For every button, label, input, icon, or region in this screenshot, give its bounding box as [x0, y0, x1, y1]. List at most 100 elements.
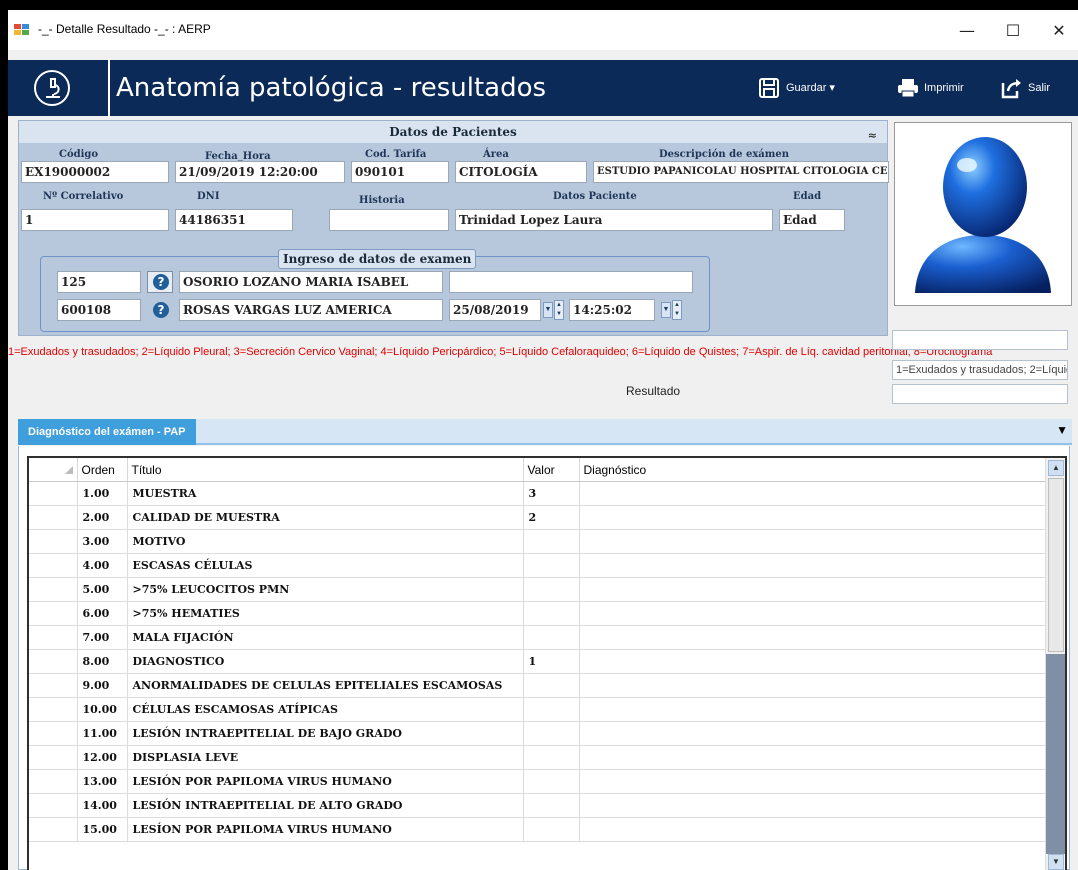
cod-tarifa-field[interactable]: 090101 — [351, 161, 449, 183]
orden-cell[interactable]: 2.00 — [77, 505, 128, 530]
table-row[interactable]: 11.00 LESIÓN INTRAEPITELIAL DE BAJO GRADO — [29, 721, 1046, 746]
exit-button[interactable]: Salir — [1000, 76, 1070, 100]
titulo-cell[interactable]: LESIÓN INTRAEPITELIAL DE ALTO GRADO — [127, 793, 524, 818]
fecha-hora-field[interactable]: 21/09/2019 12:20:00 — [175, 161, 345, 183]
table-row[interactable]: 5.00 >75% LEUCOCITOS PMN — [29, 577, 1046, 602]
row-header-cell[interactable] — [29, 817, 78, 842]
column-header-valor[interactable]: Valor — [523, 458, 580, 482]
scroll-track[interactable] — [1046, 654, 1065, 854]
diagnostico-cell[interactable] — [579, 817, 1046, 842]
valor-cell[interactable] — [523, 553, 580, 578]
row-header-cell[interactable] — [29, 649, 78, 674]
table-row[interactable]: 3.00 MOTIVO — [29, 529, 1046, 554]
tab-menu-arrow-icon[interactable]: ▼ — [1056, 423, 1068, 437]
valor-cell[interactable] — [523, 769, 580, 794]
row-header-cell[interactable] — [29, 721, 78, 746]
orden-cell[interactable]: 15.00 — [77, 817, 128, 842]
doctor1-extra-field[interactable] — [449, 271, 693, 293]
orden-cell[interactable]: 11.00 — [77, 721, 128, 746]
table-row[interactable]: 14.00 LESIÓN INTRAEPITELIAL DE ALTO GRADO — [29, 793, 1046, 818]
diagnostico-cell[interactable] — [579, 649, 1046, 674]
diagnostico-cell[interactable] — [579, 505, 1046, 530]
table-row[interactable]: 1.00 MUESTRA 3 — [29, 481, 1046, 506]
orden-cell[interactable]: 7.00 — [77, 625, 128, 650]
row-header-cell[interactable] — [29, 673, 78, 698]
valor-cell[interactable] — [523, 577, 580, 602]
result-time-field[interactable]: 14:25:02 — [569, 299, 655, 321]
table-row[interactable]: 2.00 CALIDAD DE MUESTRA 2 — [29, 505, 1046, 530]
diagnostico-cell[interactable] — [579, 529, 1046, 554]
titulo-cell[interactable]: CALIDAD DE MUESTRA — [127, 505, 524, 530]
scroll-down-arrow-icon[interactable]: ▼ — [1048, 854, 1064, 870]
row-header-cell[interactable] — [29, 481, 78, 506]
titulo-cell[interactable]: LESÍON POR PAPILOMA VIRUS HUMANO — [127, 817, 524, 842]
column-header-diagnostico[interactable]: Diagnóstico — [579, 458, 1046, 482]
patient-section-header[interactable]: Datos de Pacientes ≈ — [19, 121, 887, 143]
orden-cell[interactable]: 6.00 — [77, 601, 128, 626]
table-row[interactable]: 6.00 >75% HEMATIES — [29, 601, 1046, 626]
titulo-cell[interactable]: CÉLULAS ESCAMOSAS ATÍPICAS — [127, 697, 524, 722]
side-input-top[interactable] — [892, 330, 1068, 350]
valor-cell[interactable] — [523, 601, 580, 626]
row-header-cell[interactable] — [29, 697, 78, 722]
titulo-cell[interactable]: ESCASAS CÉLULAS — [127, 553, 524, 578]
titulo-cell[interactable]: DIAGNOSTICO — [127, 649, 524, 674]
edad-field[interactable]: Edad — [779, 209, 845, 231]
minimize-button[interactable]: — — [952, 18, 982, 44]
valor-cell[interactable] — [523, 673, 580, 698]
result-date-field[interactable]: 25/08/2019 — [449, 299, 541, 321]
diagnostico-cell[interactable] — [579, 673, 1046, 698]
table-row[interactable]: 4.00 ESCASAS CÉLULAS — [29, 553, 1046, 578]
table-row[interactable]: 13.00 LESIÓN POR PAPILOMA VIRUS HUMANO — [29, 769, 1046, 794]
orden-cell[interactable]: 8.00 — [77, 649, 128, 674]
orden-cell[interactable]: 5.00 — [77, 577, 128, 602]
column-header-titulo[interactable]: Título — [127, 458, 524, 482]
titulo-cell[interactable]: DISPLASIA LEVE — [127, 745, 524, 770]
resultado-field[interactable] — [892, 384, 1068, 404]
row-header-cell[interactable] — [29, 769, 78, 794]
diagnostico-cell[interactable] — [579, 601, 1046, 626]
valor-cell[interactable] — [523, 745, 580, 770]
orden-cell[interactable]: 12.00 — [77, 745, 128, 770]
diagnostico-cell[interactable] — [579, 793, 1046, 818]
scroll-up-arrow-icon[interactable]: ▲ — [1048, 460, 1064, 476]
valor-cell[interactable]: 2 — [523, 505, 580, 530]
table-row[interactable]: 8.00 DIAGNOSTICO 1 — [29, 649, 1046, 674]
row-header-cell[interactable] — [29, 601, 78, 626]
orden-cell[interactable]: 10.00 — [77, 697, 128, 722]
area-field[interactable]: CITOLOGÍA — [455, 161, 587, 183]
historia-field[interactable] — [329, 209, 449, 231]
diagnostico-cell[interactable] — [579, 481, 1046, 506]
titulo-cell[interactable]: LESIÓN POR PAPILOMA VIRUS HUMANO — [127, 769, 524, 794]
orden-cell[interactable]: 13.00 — [77, 769, 128, 794]
valor-cell[interactable] — [523, 625, 580, 650]
diagnostico-cell[interactable] — [579, 625, 1046, 650]
diagnostico-cell[interactable] — [579, 769, 1046, 794]
titulo-cell[interactable]: MUESTRA — [127, 481, 524, 506]
titulo-cell[interactable]: MALA FIJACIÓN — [127, 625, 524, 650]
doctor1-help-button[interactable]: ? — [147, 271, 173, 293]
valor-cell[interactable] — [523, 793, 580, 818]
titulo-cell[interactable]: LESIÓN INTRAEPITELIAL DE BAJO GRADO — [127, 721, 524, 746]
side-codes-field[interactable]: 1=Exudados y trasudados; 2=Líquido Pleur… — [892, 360, 1068, 380]
row-header-cell[interactable] — [29, 577, 78, 602]
row-header-cell[interactable] — [29, 793, 78, 818]
diagnostico-cell[interactable] — [579, 745, 1046, 770]
valor-cell[interactable]: 3 — [523, 481, 580, 506]
doctor1-code-field[interactable]: 125 — [57, 271, 141, 293]
valor-cell[interactable] — [523, 697, 580, 722]
row-header-cell[interactable] — [29, 625, 78, 650]
row-header-cell[interactable] — [29, 505, 78, 530]
diagnostico-cell[interactable] — [579, 577, 1046, 602]
select-all-corner[interactable] — [29, 458, 78, 482]
vertical-scrollbar[interactable]: ▲ ▼ — [1045, 458, 1065, 870]
up-down-arrows-icon[interactable]: ▲ ▼ — [672, 300, 682, 320]
save-button[interactable]: Guardar ▾ — [758, 76, 868, 100]
diagnostico-cell[interactable] — [579, 697, 1046, 722]
valor-cell[interactable]: 1 — [523, 649, 580, 674]
table-row[interactable]: 9.00 ANORMALIDADES DE CELULAS EPITELIALES… — [29, 673, 1046, 698]
time-picker-spinner[interactable]: ▼ ▲ ▼ — [661, 299, 683, 321]
close-button[interactable]: ✕ — [1044, 18, 1074, 44]
table-row[interactable]: 15.00 LESÍON POR PAPILOMA VIRUS HUMANO — [29, 817, 1046, 842]
dropdown-arrow-icon[interactable]: ▼ — [661, 302, 671, 318]
